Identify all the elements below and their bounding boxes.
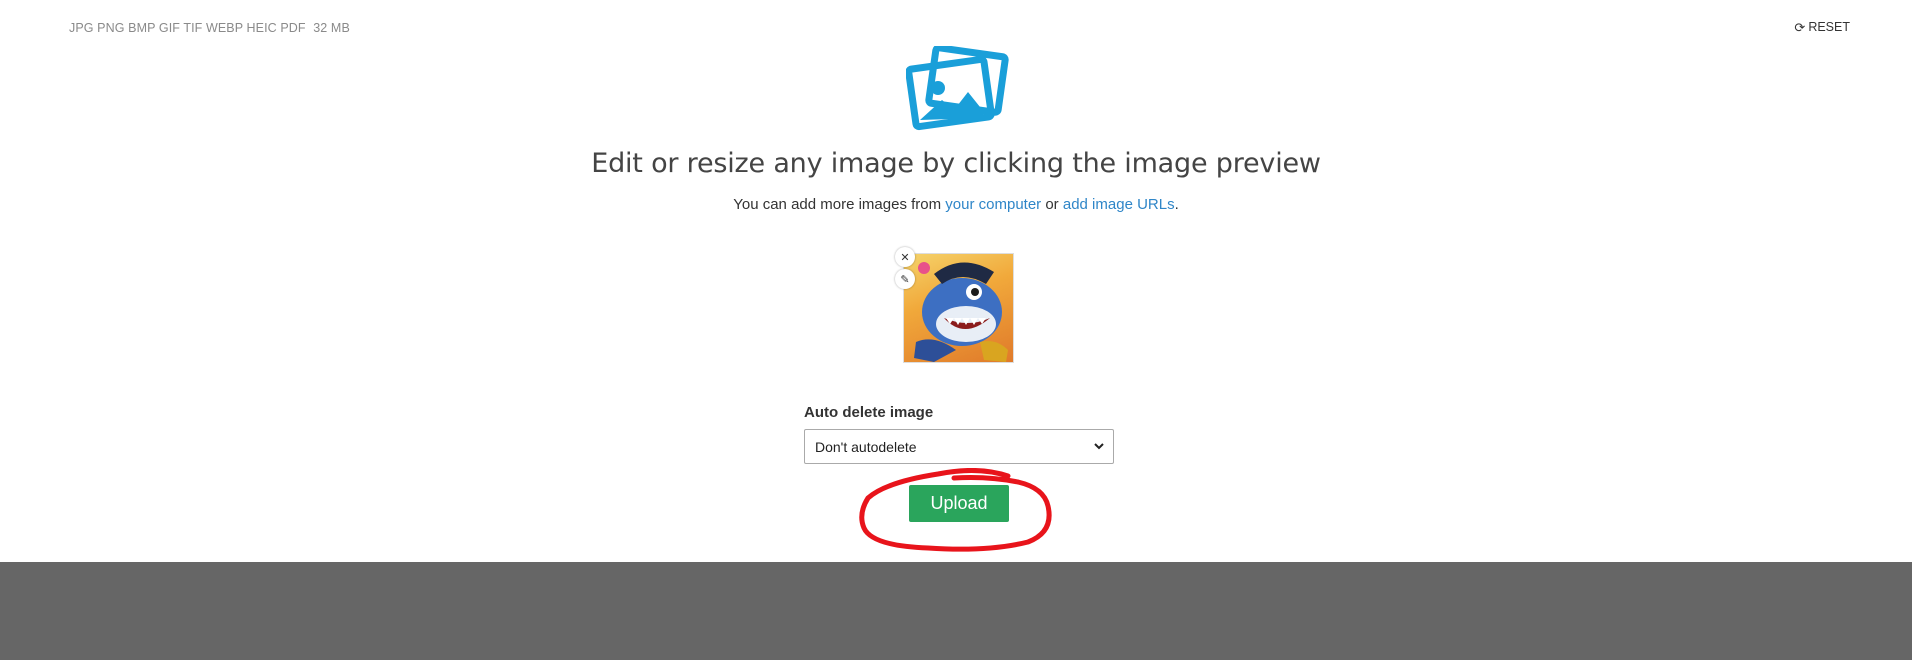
page-title: Edit or resize any image by clicking the… [591, 148, 1321, 179]
chevron-down-icon [1094, 443, 1104, 450]
shark-illustration [914, 262, 1008, 362]
pencil-icon: ✎ [900, 273, 910, 286]
image-thumbnail[interactable] [903, 253, 1014, 363]
subline-end: . [1174, 196, 1179, 213]
your-computer-link[interactable]: your computer [945, 196, 1041, 213]
subline-prefix: You can add more images from [733, 196, 942, 213]
max-file-size: 32 MB [313, 21, 350, 35]
image-preview[interactable]: ✕ ✎ [895, 247, 1014, 363]
edit-image-button[interactable]: ✎ [895, 269, 915, 289]
close-icon: ✕ [900, 251, 910, 264]
upload-button[interactable]: Upload [909, 485, 1009, 522]
auto-delete-select[interactable]: Don't autodelete [804, 429, 1114, 464]
auto-delete-selected: Don't autodelete [815, 438, 917, 455]
remove-image-button[interactable]: ✕ [895, 247, 915, 267]
footer-band [0, 562, 1912, 660]
refresh-icon: ⟳ [1794, 19, 1806, 35]
images-stack-icon [906, 46, 1009, 131]
page: JPG PNG BMP GIF TIF WEBP HEIC PDF 32 MB … [0, 0, 1912, 660]
subline-or: or [1045, 196, 1059, 213]
reset-button[interactable]: ⟳ RESET [1794, 20, 1850, 34]
auto-delete-label: Auto delete image [804, 404, 934, 421]
add-more-text: You can add more images from your comput… [0, 196, 1912, 213]
add-image-urls-link[interactable]: add image URLs [1063, 196, 1175, 213]
formats-list: JPG PNG BMP GIF TIF WEBP HEIC PDF [69, 21, 306, 35]
supported-formats: JPG PNG BMP GIF TIF WEBP HEIC PDF 32 MB [69, 21, 350, 35]
reset-label: RESET [1808, 20, 1850, 34]
